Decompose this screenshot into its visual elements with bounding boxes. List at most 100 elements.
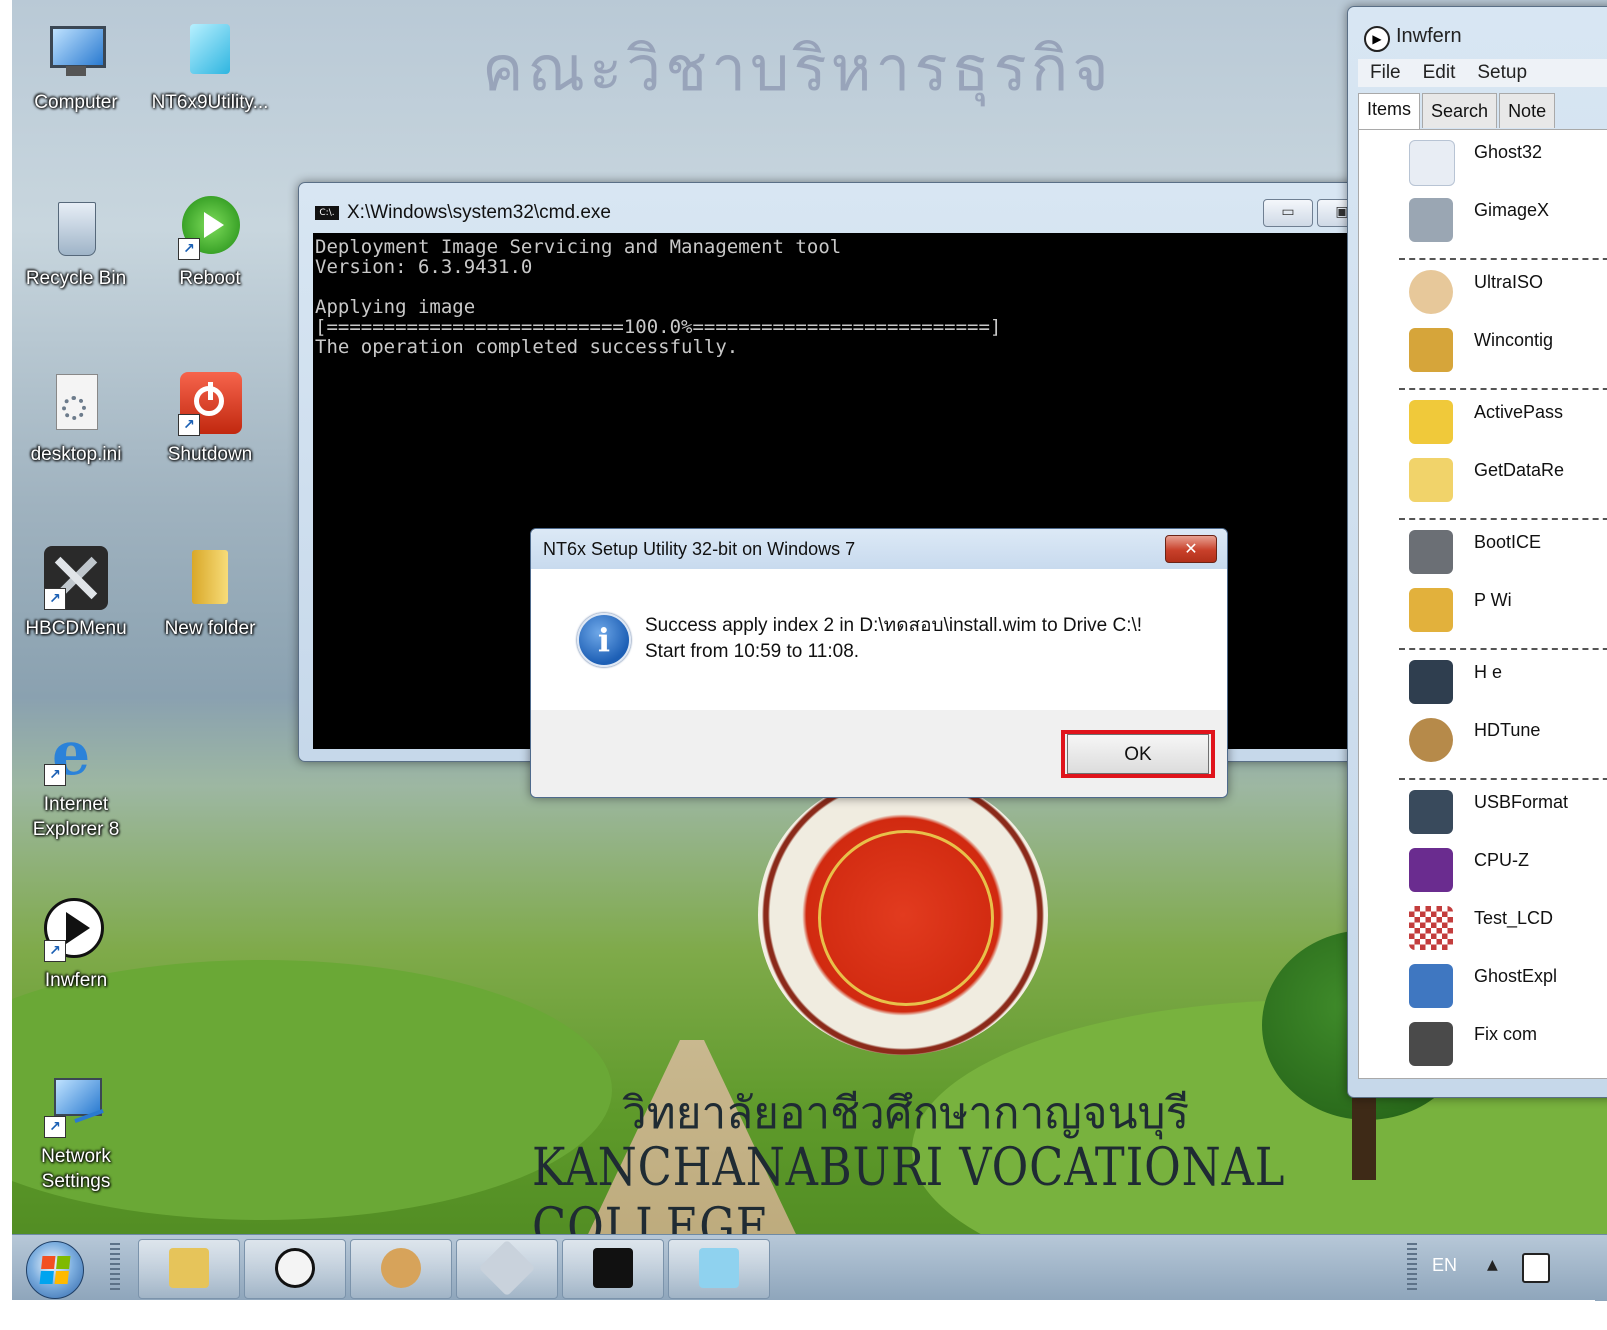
play-icon: ↗: [44, 898, 108, 962]
separator: [1399, 388, 1607, 390]
reboot-icon: ↗: [178, 196, 242, 260]
tab-search[interactable]: Search: [1422, 93, 1498, 128]
key-icon: [1409, 400, 1453, 444]
list-item[interactable]: HDTune: [1369, 712, 1607, 768]
cmd-icon: [593, 1248, 633, 1288]
menu-file[interactable]: File: [1370, 59, 1401, 87]
inwfern-item-list: Ghost32 GimageX UltraISO Wincontig Activ…: [1358, 129, 1607, 1079]
action-center-icon[interactable]: [1522, 1253, 1550, 1283]
diskette-icon: [478, 1239, 536, 1297]
explorer-icon: [169, 1248, 209, 1288]
desktop-icon-network-settings[interactable]: ↗ Network Settings: [16, 1074, 136, 1194]
list-item[interactable]: P Wi: [1369, 582, 1607, 638]
dialog-footer: OK: [531, 710, 1227, 797]
screen: คณะวิชาบริหารธุรกิจ วิทยาลัยอาชีวศึกษากา…: [12, 0, 1607, 1330]
boot-disk-icon: [1409, 530, 1453, 574]
inwfern-title: Inwfern: [1396, 25, 1462, 47]
list-item[interactable]: GetDataRe: [1369, 452, 1607, 508]
list-item[interactable]: Test_LCD: [1369, 900, 1607, 956]
recycle-bin-icon: [44, 196, 108, 260]
lcd-test-icon: [1409, 906, 1453, 950]
tab-items[interactable]: Items: [1358, 93, 1421, 130]
inwfern-window[interactable]: ▶ Inwfern File Edit Setup Items Search N…: [1347, 6, 1607, 1098]
nt6x-utility-icon: [178, 20, 242, 84]
list-item[interactable]: ActivePass: [1369, 394, 1607, 450]
taskbar-grip[interactable]: [110, 1243, 120, 1293]
minimize-button[interactable]: ▭: [1263, 199, 1313, 227]
taskbar-button-nt6x[interactable]: [668, 1239, 770, 1299]
shortcut-arrow-icon: ↗: [44, 588, 66, 610]
tab-note[interactable]: Note: [1499, 93, 1556, 128]
setup-utility-dialog[interactable]: NT6x Setup Utility 32-bit on Windows 7 ✕…: [530, 528, 1228, 798]
list-item[interactable]: USBFormat: [1369, 784, 1607, 840]
info-icon: i: [577, 613, 631, 667]
taskbar-button-cmd[interactable]: [562, 1239, 664, 1299]
defrag-icon: [1409, 328, 1453, 372]
dialog-close-button[interactable]: ✕: [1165, 535, 1217, 563]
cmd-app-icon: C:\.: [315, 206, 339, 220]
desktop-icon-desktop-ini[interactable]: desktop.ini: [16, 372, 136, 467]
show-hidden-icons-button[interactable]: ▲: [1487, 1257, 1498, 1273]
disc-icon: [1409, 270, 1453, 314]
list-item[interactable]: H e: [1369, 654, 1607, 710]
separator: [1399, 258, 1607, 260]
menu-edit[interactable]: Edit: [1423, 59, 1456, 87]
internet-explorer-icon: e ↗: [44, 722, 108, 786]
tools-icon: ↗: [44, 546, 108, 610]
desktop-icon-reboot[interactable]: ↗ Reboot: [150, 196, 270, 291]
desktop-icon-nt6x-utility[interactable]: NT6x9Utility...: [150, 20, 270, 115]
cpuz-icon: [1409, 848, 1453, 892]
paint-icon: [381, 1248, 421, 1288]
dialog-titlebar[interactable]: NT6x Setup Utility 32-bit on Windows 7 ✕: [531, 529, 1227, 569]
list-item[interactable]: GimageX: [1369, 192, 1607, 248]
list-item[interactable]: UltraISO: [1369, 264, 1607, 320]
desktop-icon-new-folder[interactable]: New folder: [150, 546, 270, 641]
desktop-icon-computer[interactable]: Computer: [16, 20, 136, 115]
list-item[interactable]: Wincontig: [1369, 322, 1607, 378]
gear-icon: [1409, 1022, 1453, 1066]
list-item[interactable]: GhostExpl: [1369, 958, 1607, 1014]
separator: [1399, 778, 1607, 780]
separator: [1399, 648, 1607, 650]
taskbar: EN ▲: [12, 1234, 1607, 1301]
tray-grip[interactable]: [1407, 1243, 1417, 1293]
dialog-message-line-2: Start from 10:59 to 11:08.: [645, 641, 860, 662]
cmd-window-title: X:\Windows\system32\cmd.exe: [347, 202, 611, 223]
taskbar-button-paint[interactable]: [350, 1239, 452, 1299]
list-item[interactable]: CPU-Z: [1369, 842, 1607, 898]
usb-icon: [1409, 790, 1453, 834]
college-seal: [758, 775, 1048, 1055]
ok-button[interactable]: OK: [1067, 734, 1209, 774]
language-indicator[interactable]: EN: [1432, 1255, 1457, 1276]
shortcut-arrow-icon: ↗: [178, 238, 200, 260]
menu-setup[interactable]: Setup: [1477, 59, 1527, 87]
desktop-icon-recycle-bin[interactable]: Recycle Bin: [16, 196, 136, 291]
shortcut-arrow-icon: ↗: [44, 1116, 66, 1138]
dialog-title: NT6x Setup Utility 32-bit on Windows 7: [543, 539, 856, 559]
cmd-titlebar[interactable]: C:\. X:\Windows\system32\cmd.exe ▭ ▣ ✕: [299, 183, 1437, 227]
list-item[interactable]: BootICE: [1369, 524, 1607, 580]
inwfern-menubar: File Edit Setup: [1358, 59, 1607, 87]
desktop-icon-inwfern[interactable]: ↗ Inwfern: [16, 898, 136, 993]
separator: [1399, 518, 1607, 520]
inwfern-titlebar[interactable]: ▶ Inwfern: [1348, 7, 1607, 57]
list-item[interactable]: Ghost32: [1369, 134, 1607, 190]
inwfern-tabs: Items Search Note: [1358, 93, 1607, 130]
desktop-icon-shutdown[interactable]: ↗ Shutdown: [150, 372, 270, 467]
taskbar-button-inwfern[interactable]: [244, 1239, 346, 1299]
dialog-message-line-1: Success apply index 2 in D:\ทดสอบ\instal…: [645, 615, 1143, 636]
list-item[interactable]: Fix com: [1369, 1016, 1607, 1072]
ghost-explorer-icon: [1409, 964, 1453, 1008]
shortcut-arrow-icon: ↗: [178, 414, 200, 436]
start-button[interactable]: [26, 1241, 84, 1299]
desktop-icon-internet-explorer[interactable]: e ↗ Internet Explorer 8: [16, 722, 136, 842]
taskbar-button-explorer[interactable]: [138, 1239, 240, 1299]
ghost-icon: [1409, 140, 1455, 186]
shutdown-icon: ↗: [178, 372, 242, 436]
banner-text: คณะวิชาบริหารธุรกิจ: [482, 32, 1113, 105]
desktop-icon-hbcdmenu[interactable]: ↗ HBCDMenu: [16, 546, 136, 641]
taskbar-button-diskette[interactable]: [456, 1239, 558, 1299]
bottom-margin: [0, 1300, 1595, 1330]
shortcut-arrow-icon: ↗: [44, 764, 66, 786]
windows-logo-icon: [39, 1256, 71, 1284]
